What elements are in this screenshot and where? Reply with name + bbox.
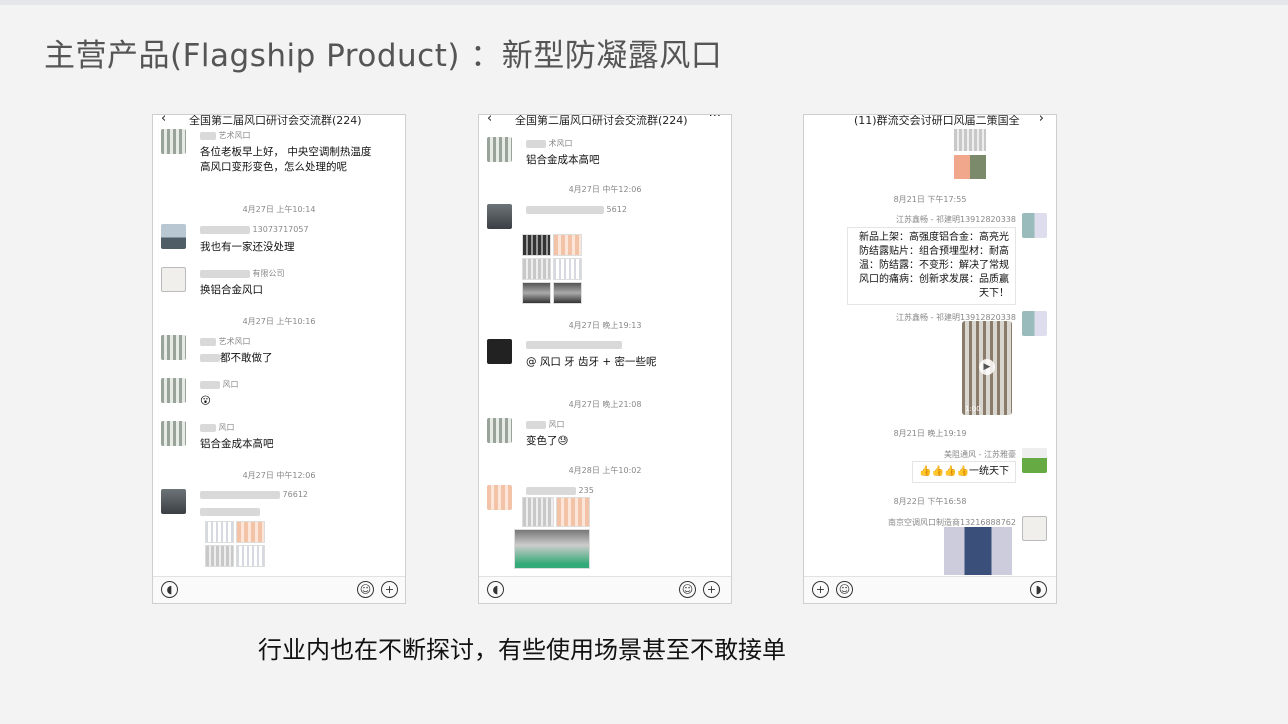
emoji-icon[interactable]: ☺ — [357, 581, 374, 598]
message-text: 我也有一家还没处理 — [200, 241, 295, 253]
avatar — [487, 485, 512, 510]
message-bubble: 👍👍👍👍一统天下 — [912, 461, 1016, 483]
voice-icon[interactable]: ◖ — [161, 581, 178, 598]
message-text: 变色了😓 — [526, 435, 569, 447]
timestamp: 4月27日 中午12:06 — [242, 471, 316, 480]
avatar — [487, 204, 512, 229]
image-thumbnail[interactable] — [236, 521, 265, 543]
plus-icon[interactable]: + — [703, 581, 720, 598]
image-thumbnail[interactable] — [205, 521, 234, 543]
sender-name: 艺术风口 — [200, 336, 251, 347]
slide-title: 主营产品(Flagship Product) ：新型防凝露风口 — [44, 38, 723, 74]
image-thumbnail[interactable] — [553, 258, 582, 280]
image-thumbnail[interactable] — [522, 282, 551, 304]
sender-name: 有限公司 — [200, 268, 285, 279]
emoji-icon[interactable]: ☺ — [836, 581, 853, 598]
message-bubble: 新品上架：高强度铝合金：高亮光防结露贴片：组合预埋型材：耐高温：防结露：不变形：… — [847, 227, 1016, 305]
message-text: 铝合金成本高吧 — [200, 438, 274, 450]
blurred-text — [200, 501, 260, 520]
top-strip — [0, 0, 1288, 5]
message-text: 都不敢做了 — [200, 351, 380, 366]
avatar — [1022, 311, 1047, 336]
sender-name: 风口 — [200, 379, 239, 390]
timestamp: 4月27日 晚上19:13 — [568, 321, 642, 330]
image-thumbnail[interactable] — [556, 497, 590, 527]
chat-header: (11)群流交会讨研口风届二策国全 › — [804, 115, 1056, 129]
timestamp: 4月27日 晚上21:08 — [568, 400, 642, 409]
sender-name: 风口 — [526, 419, 565, 430]
image-thumbnail[interactable] — [522, 497, 554, 527]
sender-name: 美阻通风 - 江苏雅豪 — [944, 450, 1016, 459]
back-chevron-icon[interactable]: ‹ — [487, 115, 492, 126]
input-bar: ◖ ☺ + — [479, 576, 731, 603]
back-chevron-icon[interactable]: › — [1039, 115, 1044, 126]
avatar — [487, 418, 512, 443]
more-icon[interactable]: ··· — [709, 115, 721, 124]
emoji-icon[interactable]: ☺ — [679, 581, 696, 598]
image-thumbnail[interactable] — [514, 529, 590, 569]
plus-icon[interactable]: + — [381, 581, 398, 598]
avatar — [1022, 516, 1047, 541]
avatar — [161, 378, 186, 403]
image-thumbnail[interactable] — [944, 527, 1012, 575]
message-text: 铝合金成本高吧 — [526, 154, 600, 166]
video-duration: 1:00 — [965, 405, 981, 413]
timestamp: 4月27日 上午10:14 — [242, 205, 316, 214]
chat-header: ‹ 全国第二届风口研讨会交流群(224) ··· — [479, 115, 731, 129]
voice-icon[interactable]: ◗ — [1030, 581, 1047, 598]
image-thumbnail[interactable] — [522, 234, 551, 256]
avatar — [1022, 448, 1047, 473]
avatar — [487, 339, 512, 364]
chat-title: (11)群流交会讨研口风届二策国全 — [854, 115, 1020, 127]
avatar — [487, 137, 512, 162]
timestamp: 4月27日 中午12:06 — [568, 185, 642, 194]
image-thumbnail[interactable] — [236, 545, 265, 567]
sender-name: 76612 — [200, 490, 308, 499]
chat-title: 全国第二届风口研讨会交流群(224) — [189, 115, 362, 127]
chat-screenshot-3: (11)群流交会讨研口风届二策国全 › 8月21日 下午17:55 江苏鑫畅 -… — [803, 114, 1057, 604]
image-thumbnail[interactable] — [954, 129, 986, 151]
avatar — [161, 267, 186, 292]
timestamp: 8月22日 下午16:58 — [893, 497, 967, 506]
voice-icon[interactable]: ◖ — [487, 581, 504, 598]
sender-name: 艺术风口 — [200, 130, 251, 141]
avatar — [161, 421, 186, 446]
avatar — [161, 129, 186, 154]
input-bar: + ☺ ◗ — [804, 576, 1056, 603]
image-thumbnail[interactable] — [954, 155, 986, 179]
avatar — [161, 489, 186, 514]
avatar — [1022, 213, 1047, 238]
chat-screenshot-2: ‹ 全国第二届风口研讨会交流群(224) ··· 术风口 铝合金成本高吧 4月2… — [478, 114, 732, 604]
sender-name: 13073717057 — [200, 225, 309, 234]
image-thumbnail[interactable] — [553, 282, 582, 304]
avatar — [161, 224, 186, 249]
timestamp: 4月27日 上午10:16 — [242, 317, 316, 326]
avatar — [161, 335, 186, 360]
video-message[interactable]: ▶ 1:00 — [962, 321, 1012, 415]
image-thumbnail[interactable] — [553, 234, 582, 256]
sender-name — [526, 340, 622, 349]
message-text: 😮 — [200, 395, 211, 407]
chat-header: ‹ 全国第二届风口研讨会交流群(224) — [153, 115, 405, 129]
sender-name: 235 — [526, 486, 594, 495]
play-icon[interactable]: ▶ — [979, 359, 995, 375]
input-bar: ◖ ☺ + — [153, 576, 405, 603]
plus-icon[interactable]: + — [812, 581, 829, 598]
back-chevron-icon[interactable]: ‹ — [161, 115, 166, 126]
chat-title: 全国第二届风口研讨会交流群(224) — [515, 115, 688, 127]
timestamp: 8月21日 晚上19:19 — [893, 429, 967, 438]
sender-name: 风口 — [200, 422, 235, 433]
message-text: @ 风口 牙 齿牙 + 密一些呢 — [526, 356, 657, 368]
image-thumbnail[interactable] — [205, 545, 234, 567]
sender-name: 江苏鑫畅 - 祁建明13912820338 — [896, 215, 1016, 224]
message-text: 各位老板早上好， 中央空调制热温度高风口变形变色，怎么处理的呢 — [200, 146, 372, 173]
timestamp: 4月28日 上午10:02 — [568, 466, 642, 475]
chat-screenshot-1: ‹ 全国第二届风口研讨会交流群(224) 艺术风口 各位老板早上好， 中央空调制… — [152, 114, 406, 604]
sender-name: 术风口 — [526, 138, 573, 149]
slide-caption: 行业内也在不断探讨，有些使用场景甚至不敢接单 — [258, 636, 786, 664]
image-thumbnail[interactable] — [522, 258, 551, 280]
sender-name: 5612 — [526, 205, 627, 214]
message-text: 换铝合金风口 — [200, 284, 263, 296]
timestamp: 8月21日 下午17:55 — [893, 195, 967, 204]
